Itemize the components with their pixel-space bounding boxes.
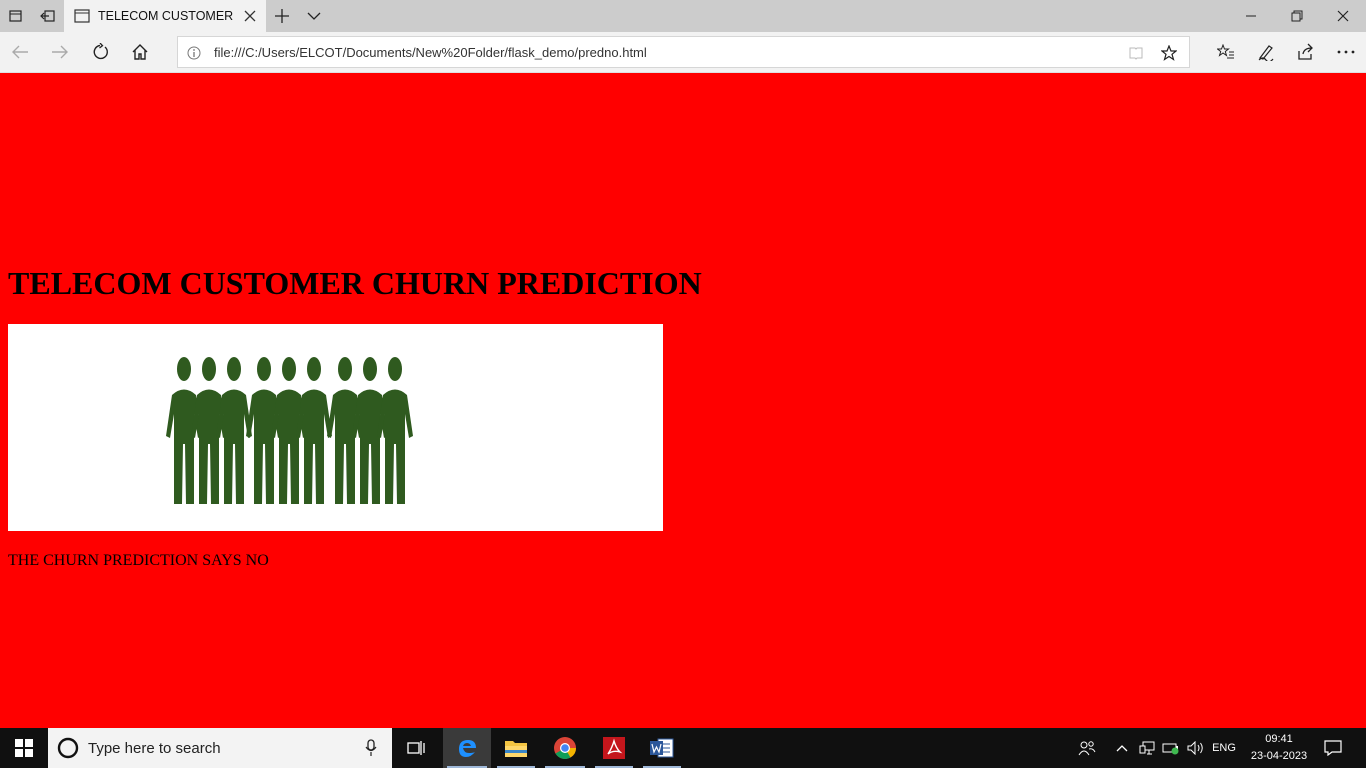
close-icon — [244, 10, 256, 22]
task-view-button[interactable] — [394, 728, 440, 768]
browser-navbar: file:///C:/Users/ELCOT/Documents/New%20F… — [0, 32, 1366, 73]
minimize-icon — [1246, 15, 1256, 17]
minimize-button[interactable] — [1228, 0, 1274, 32]
start-button[interactable] — [0, 728, 48, 768]
show-hidden-icons-button[interactable] — [1112, 728, 1132, 768]
windows-logo-icon — [15, 739, 33, 757]
arrow-right-icon — [52, 45, 68, 59]
clock-date: 23-04-2023 — [1250, 750, 1308, 762]
page-content: TELECOM CUSTOMER CHURN PREDICTION THE CH… — [0, 73, 1366, 728]
forward-button[interactable] — [40, 32, 80, 72]
volume-button[interactable] — [1184, 728, 1208, 768]
restore-button[interactable] — [1274, 0, 1320, 32]
tab-manager-button[interactable] — [0, 0, 32, 32]
tab-active[interactable]: TELECOM CUSTOMER C — [64, 0, 266, 32]
task-view-icon — [407, 741, 425, 755]
prediction-result: THE CHURN PREDICTION SAYS NO — [8, 552, 269, 569]
cortana-icon — [57, 737, 79, 759]
folder-icon — [505, 741, 527, 757]
share-button[interactable] — [1286, 32, 1326, 72]
word-icon — [650, 738, 674, 758]
plus-icon — [275, 9, 289, 23]
acrobat-icon — [603, 737, 625, 759]
page-title: TELECOM CUSTOMER CHURN PREDICTION — [8, 265, 702, 301]
taskbar-file-explorer[interactable] — [493, 728, 539, 768]
share-icon — [1298, 43, 1313, 60]
person-figure — [352, 357, 388, 504]
close-window-button[interactable] — [1320, 0, 1366, 32]
tab-title: TELECOM CUSTOMER C — [98, 9, 234, 23]
ellipsis-icon — [1337, 50, 1355, 54]
tab-preview-button[interactable] — [298, 0, 330, 32]
favorite-star-icon[interactable] — [1159, 43, 1179, 63]
person-figure — [191, 357, 227, 504]
tabs-icon — [9, 10, 22, 22]
back-button[interactable] — [0, 32, 40, 72]
chevron-down-icon — [307, 12, 321, 20]
clock[interactable]: 09:41 23-04-2023 — [1246, 731, 1312, 765]
reading-view-icon[interactable] — [1126, 43, 1146, 63]
people-icon — [1078, 741, 1096, 756]
tab-close-button[interactable] — [240, 6, 260, 26]
arrow-left-icon — [12, 45, 28, 59]
person-figure — [166, 357, 202, 504]
notification-icon — [1324, 740, 1342, 756]
person-figure — [271, 357, 307, 504]
new-tab-button[interactable] — [266, 0, 298, 32]
home-button[interactable] — [120, 32, 160, 72]
home-icon — [132, 44, 148, 60]
network-icon — [1139, 741, 1155, 755]
address-text: file:///C:/Users/ELCOT/Documents/New%20F… — [214, 45, 647, 60]
set-tabs-aside-button[interactable] — [32, 0, 64, 32]
person-figure — [377, 357, 413, 504]
people-group-icon — [166, 357, 413, 504]
browser-titlebar: TELECOM CUSTOMER C — [0, 0, 1366, 32]
battery-button[interactable] — [1160, 728, 1182, 768]
restore-icon — [1291, 10, 1303, 22]
action-center-button[interactable] — [1316, 728, 1350, 768]
info-icon[interactable] — [184, 43, 204, 63]
clock-time: 09:41 — [1265, 733, 1293, 745]
person-figure — [296, 357, 332, 504]
hero-image — [8, 324, 663, 531]
language-indicator[interactable]: ENG — [1208, 728, 1240, 768]
taskbar-acrobat[interactable] — [591, 728, 637, 768]
people-button[interactable] — [1072, 728, 1102, 768]
network-button[interactable] — [1136, 728, 1158, 768]
chevron-up-icon — [1116, 745, 1128, 752]
page-icon — [74, 9, 90, 23]
windows-taskbar: Type here to search ENG 09:41 23-04-2023 — [0, 728, 1366, 768]
taskbar-search-box[interactable]: Type here to search — [48, 728, 392, 768]
taskbar-chrome[interactable] — [541, 728, 589, 768]
favorites-button[interactable] — [1206, 32, 1246, 72]
more-button[interactable] — [1326, 32, 1366, 72]
person-figure — [327, 357, 363, 504]
taskbar-edge[interactable] — [443, 728, 491, 768]
person-figure — [246, 357, 282, 504]
search-placeholder: Type here to search — [88, 740, 221, 757]
microphone-icon[interactable] — [365, 739, 377, 757]
person-figure — [216, 357, 252, 504]
close-icon — [1337, 10, 1349, 22]
pen-icon — [1258, 45, 1274, 61]
refresh-icon — [93, 43, 108, 60]
battery-icon — [1162, 743, 1179, 755]
favorites-list-icon — [1217, 44, 1234, 59]
address-bar[interactable]: file:///C:/Users/ELCOT/Documents/New%20F… — [177, 36, 1190, 68]
taskbar-word[interactable] — [639, 728, 685, 768]
web-note-button[interactable] — [1246, 32, 1286, 72]
chrome-icon — [554, 737, 576, 759]
volume-icon — [1187, 741, 1203, 755]
refresh-button[interactable] — [80, 32, 120, 72]
tabs-aside-icon — [40, 10, 55, 22]
edge-icon — [459, 740, 476, 757]
